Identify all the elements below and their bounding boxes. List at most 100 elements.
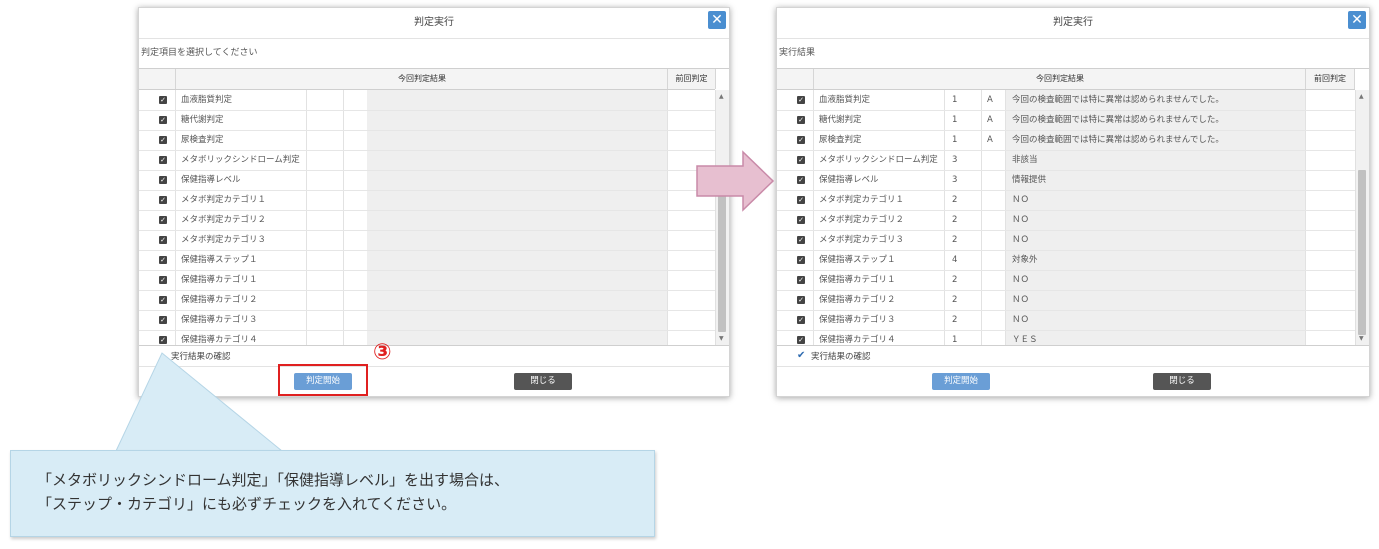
row-label: 血液脂質判定: [819, 95, 871, 105]
row-label: 保健指導カテゴリ１: [819, 275, 896, 285]
row-grade: [987, 270, 1003, 290]
col-previous-result: 前回判定: [667, 69, 716, 89]
row-code: 2: [952, 215, 958, 225]
row-result-text: ＹＥＳ: [1012, 335, 1038, 345]
row-code: 4: [952, 255, 958, 265]
row-checkbox[interactable]: ✓: [797, 96, 805, 104]
row-code: 2: [952, 235, 958, 245]
result-grid: 今回判定結果 前回判定 ✓ 血液脂質判定 1 A 今回の検査範囲では特に異常は認められま…: [777, 68, 1369, 346]
callout-text-line1: 「メタボリックシンドローム判定」「保健指導レベル」を出す場合は、: [37, 471, 510, 489]
row-label: メタボ判定カテゴリ３: [819, 235, 905, 245]
row-result-text: 対象外: [1012, 255, 1038, 265]
row-label: 糖代謝判定: [819, 115, 862, 125]
row-checkbox[interactable]: ✓: [797, 156, 805, 164]
row-grade: [987, 210, 1003, 230]
row-checkbox[interactable]: ✓: [797, 296, 805, 304]
right-arrow-icon: [696, 150, 775, 212]
row-code: 1: [952, 335, 958, 345]
table-row[interactable]: ✓ 保健指導カテゴリ２ 2 ＮＯ: [777, 290, 1355, 311]
row-result-text: ＮＯ: [1012, 275, 1030, 285]
row-checkbox[interactable]: ✓: [797, 196, 805, 204]
row-checkbox[interactable]: ✓: [797, 336, 805, 344]
grid-scrollbar[interactable]: ▲ ▼: [1355, 90, 1369, 345]
start-judgment-button[interactable]: 判定開始: [932, 373, 990, 390]
row-checkbox[interactable]: ✓: [797, 316, 805, 324]
dialog-footer: 判定開始 閉じる: [777, 366, 1369, 397]
table-row[interactable]: ✓ 保健指導レベル 3 情報提供: [777, 170, 1355, 191]
table-row[interactable]: ✓ 保健指導カテゴリ４ 1 ＹＥＳ: [777, 330, 1355, 345]
row-grade: [987, 250, 1003, 270]
table-row[interactable]: ✓ メタボ判定カテゴリ２ 2 ＮＯ: [777, 210, 1355, 231]
table-row[interactable]: ✓ 尿検査判定 1 A 今回の検査範囲では特に異常は認められませんでした。: [777, 130, 1355, 151]
row-label: 保健指導カテゴリ２: [819, 295, 896, 305]
row-grade: A: [987, 95, 993, 105]
row-result-text: 今回の検査範囲では特に異常は認められませんでした。: [1012, 115, 1224, 125]
dialog-subtitle: 実行結果: [779, 48, 816, 58]
row-label: 保健指導カテゴリ４: [819, 335, 896, 345]
col-current-result: 今回判定結果: [813, 69, 1306, 89]
row-label: 保健指導レベル: [819, 175, 879, 185]
row-result-text: 今回の検査範囲では特に異常は認められませんでした。: [1012, 135, 1224, 145]
row-grade: [987, 190, 1003, 210]
row-label: 保健指導ステップ１: [819, 255, 896, 265]
scroll-down-icon[interactable]: ▼: [719, 335, 724, 342]
confirm-result-label[interactable]: 実行結果の確認: [811, 350, 871, 362]
row-code: 2: [952, 195, 958, 205]
row-code: 3: [952, 175, 958, 185]
row-checkbox[interactable]: ✓: [797, 176, 805, 184]
row-code: 1: [952, 95, 958, 105]
row-code: 2: [952, 295, 958, 305]
table-row[interactable]: ✓ メタボ判定カテゴリ１ 2 ＮＯ: [777, 190, 1355, 211]
table-row[interactable]: ✓ 血液脂質判定 1 A 今回の検査範囲では特に異常は認められませんでした。: [777, 90, 1355, 111]
judgment-dialog-after: 判定実行 ✕ 実行結果 今回判定結果 前回判定 ✓ 血液脂質判定 1 A 今回の検査範囲…: [776, 7, 1370, 397]
scroll-up-icon[interactable]: ▲: [1359, 93, 1364, 100]
dialog-title: 判定実行: [777, 8, 1369, 39]
table-row[interactable]: ✓ 保健指導ステップ１ 4 対象外: [777, 250, 1355, 271]
row-result-text: ＮＯ: [1012, 315, 1030, 325]
row-grade: [987, 310, 1003, 330]
row-code: 2: [952, 275, 958, 285]
table-row[interactable]: ✓ メタボリックシンドローム判定 3 非該当: [777, 150, 1355, 171]
row-grade: [987, 230, 1003, 250]
row-checkbox[interactable]: ✓: [797, 276, 805, 284]
row-checkbox[interactable]: ✓: [797, 136, 805, 144]
row-grade: [987, 330, 1003, 345]
table-row[interactable]: ✓ 保健指導カテゴリ３ 2 ＮＯ: [777, 310, 1355, 331]
table-row[interactable]: ✓ メタボ判定カテゴリ３ 2 ＮＯ: [777, 230, 1355, 251]
row-label: メタボ判定カテゴリ１: [819, 195, 905, 205]
row-code: 3: [952, 155, 958, 165]
row-grade: [987, 290, 1003, 310]
row-result-text: 情報提供: [1012, 175, 1047, 185]
row-checkbox[interactable]: ✓: [797, 216, 805, 224]
scroll-thumb[interactable]: [1358, 170, 1366, 335]
row-label: メタボリックシンドローム判定: [819, 155, 938, 165]
instruction-callout: 「メタボリックシンドローム判定」「保健指導レベル」を出す場合は、 「ステップ・カ…: [10, 450, 655, 537]
row-grade: [987, 170, 1003, 190]
row-label: メタボ判定カテゴリ２: [819, 215, 905, 225]
row-checkbox[interactable]: ✓: [797, 116, 805, 124]
row-checkbox[interactable]: ✓: [797, 236, 805, 244]
close-icon[interactable]: ✕: [1348, 11, 1366, 29]
row-result-text: ＮＯ: [1012, 235, 1030, 245]
row-code: 1: [952, 135, 958, 145]
grid-scrollbar[interactable]: ▲ ▼: [715, 90, 729, 345]
col-previous-result: 前回判定: [1305, 69, 1355, 89]
scroll-down-icon[interactable]: ▼: [1359, 335, 1364, 342]
grid-body: ✓ 血液脂質判定 1 A 今回の検査範囲では特に異常は認められませんでした。 ✓ 糖代謝判定…: [777, 90, 1355, 345]
row-checkbox[interactable]: ✓: [797, 256, 805, 264]
table-row[interactable]: ✓ 糖代謝判定 1 A 今回の検査範囲では特に異常は認められませんでした。: [777, 110, 1355, 131]
close-icon[interactable]: ✕: [708, 11, 726, 29]
row-grade: [987, 150, 1003, 170]
table-row[interactable]: ✓ 保健指導カテゴリ１ 2 ＮＯ: [777, 270, 1355, 291]
row-result-text: ＮＯ: [1012, 215, 1030, 225]
row-grade: A: [987, 135, 993, 145]
row-label: 尿検査判定: [819, 135, 862, 145]
close-button[interactable]: 閉じる: [1153, 373, 1211, 390]
row-grade: A: [987, 115, 993, 125]
checkmark-icon[interactable]: ✔: [797, 351, 807, 361]
scroll-up-icon[interactable]: ▲: [719, 93, 724, 100]
grid-header: 今回判定結果 前回判定: [777, 69, 1355, 90]
callout-text-line2: 「ステップ・カテゴリ」にも必ずチェックを入れてください。: [37, 495, 457, 513]
row-result-text: 非該当: [1012, 155, 1038, 165]
row-code: 1: [952, 115, 958, 125]
